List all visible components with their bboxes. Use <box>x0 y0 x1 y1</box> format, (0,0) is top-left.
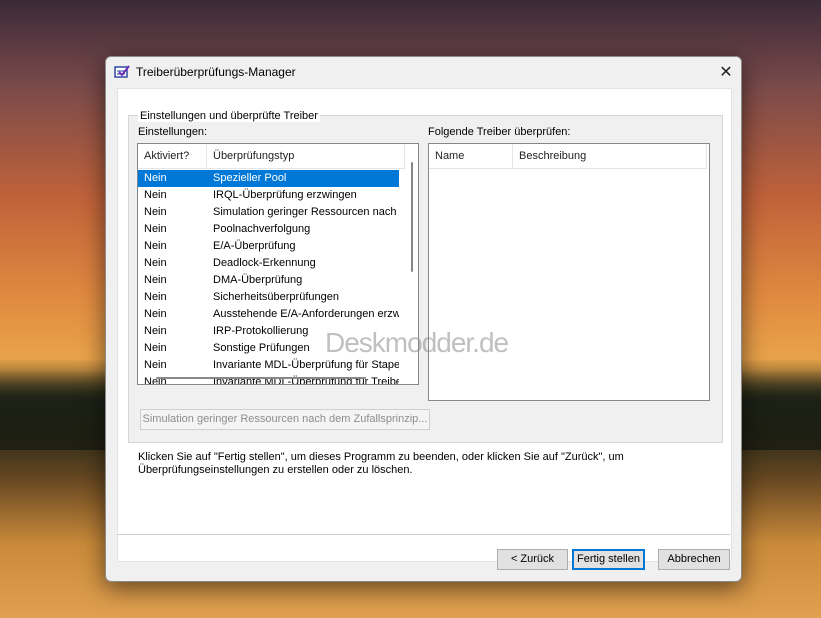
row-enabled: Nein <box>144 257 167 269</box>
window-title: Treiberüberprüfungs-Manager <box>136 65 296 79</box>
settings-row[interactable]: Nein Invariante MDL-Überprüfung für Treib… <box>138 374 399 385</box>
row-enabled: Nein <box>144 342 167 354</box>
wizard-page: Einstellungen und überprüfte Treiber Ein… <box>117 88 732 562</box>
drivers-list-header: Name Beschreibung <box>429 144 707 169</box>
row-type: Poolnachverfolgung <box>213 223 311 235</box>
horizontal-scrollbar[interactable] <box>156 377 366 379</box>
cancel-button[interactable]: Abbrechen <box>658 549 730 570</box>
random-simulation-button[interactable]: Simulation geringer Ressourcen nach dem … <box>140 409 430 430</box>
row-type: Deadlock-Erkennung <box>213 257 316 269</box>
row-type: Invariante MDL-Überprüfung für Treiber <box>213 376 399 385</box>
row-enabled: Nein <box>144 376 167 385</box>
watermark: Deskmodder.de <box>325 327 509 358</box>
settings-row[interactable]: Nein Invariante MDL-Überprüfung für Stape… <box>138 357 399 374</box>
row-type: Simulation geringer Ressourcen nach d <box>213 206 399 218</box>
title-bar[interactable]: Treiberüberprüfungs-Manager ✕ <box>106 57 741 88</box>
settings-row[interactable]: Nein IRQL-Überprüfung erzwingen <box>138 187 399 204</box>
info-line-1: Klicken Sie auf "Fertig stellen", um die… <box>138 451 624 463</box>
row-type: Invariante MDL-Überprüfung für Stapel <box>213 359 399 371</box>
group-title: Einstellungen und überprüfte Treiber <box>138 110 320 122</box>
row-enabled: Nein <box>144 240 167 252</box>
settings-row[interactable]: Nein E/A-Überprüfung <box>138 238 399 255</box>
info-line-2: Überprüfungseinstellungen zu erstellen o… <box>138 464 413 476</box>
row-enabled: Nein <box>138 170 207 187</box>
row-enabled: Nein <box>144 223 167 235</box>
row-enabled: Nein <box>144 308 167 320</box>
settings-row[interactable]: Nein Sicherheitsüberprüfungen <box>138 289 399 306</box>
settings-row[interactable]: Nein Ausstehende E/A-Anforderungen erzwi. <box>138 306 399 323</box>
settings-label: Einstellungen: <box>138 126 208 138</box>
settings-list-header: Aktiviert? Überprüfungstyp <box>138 144 405 169</box>
column-description[interactable]: Beschreibung <box>513 144 707 168</box>
settings-row[interactable]: Nein Poolnachverfolgung <box>138 221 399 238</box>
settings-row[interactable]: Nein Spezieller Pool <box>138 170 399 187</box>
row-type: DMA-Überprüfung <box>213 274 303 286</box>
row-enabled: Nein <box>144 325 167 337</box>
settings-row[interactable]: Nein Deadlock-Erkennung <box>138 255 399 272</box>
row-enabled: Nein <box>144 274 167 286</box>
column-name[interactable]: Name <box>429 144 513 168</box>
row-enabled: Nein <box>144 359 167 371</box>
row-type: Sicherheitsüberprüfungen <box>213 291 339 303</box>
settings-row[interactable]: Nein DMA-Überprüfung <box>138 272 399 289</box>
back-button[interactable]: < Zurück <box>497 549 568 570</box>
row-enabled: Nein <box>144 189 167 201</box>
drivers-label: Folgende Treiber überprüfen: <box>428 126 571 138</box>
drivers-list[interactable]: Name Beschreibung <box>428 143 710 401</box>
dialog-window: Treiberüberprüfungs-Manager ✕ Einstellun… <box>105 56 742 582</box>
settings-row[interactable]: Nein Simulation geringer Ressourcen nach … <box>138 204 399 221</box>
row-enabled: Nein <box>144 291 167 303</box>
row-type: Ausstehende E/A-Anforderungen erzwi. <box>213 308 399 320</box>
column-type[interactable]: Überprüfungstyp <box>207 144 405 168</box>
footer-separator <box>117 534 730 535</box>
row-enabled: Nein <box>144 206 167 218</box>
row-type: IRQL-Überprüfung erzwingen <box>213 189 357 201</box>
scrollbar-thumb[interactable] <box>411 162 413 272</box>
column-enabled[interactable]: Aktiviert? <box>138 144 207 168</box>
checklist-icon <box>114 65 130 78</box>
row-type: E/A-Überprüfung <box>213 240 296 252</box>
close-icon[interactable]: ✕ <box>711 57 741 87</box>
row-type: Spezieller Pool <box>207 170 399 187</box>
info-text: Klicken Sie auf "Fertig stellen", um die… <box>138 451 698 477</box>
finish-button[interactable]: Fertig stellen <box>572 549 645 570</box>
